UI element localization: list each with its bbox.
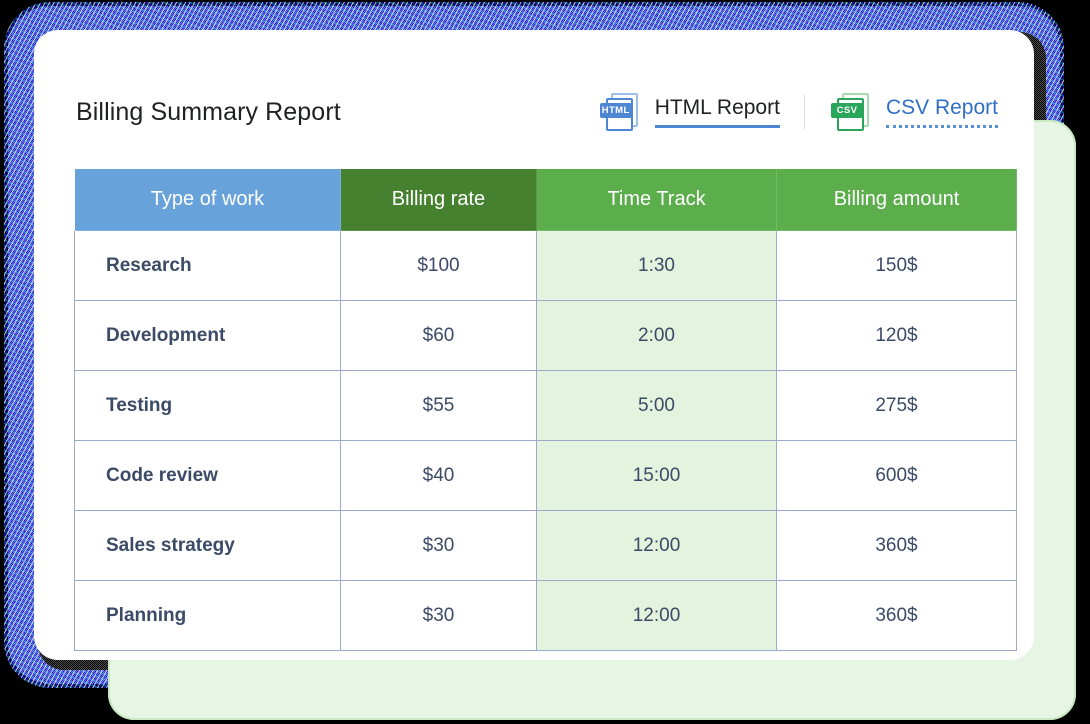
cell-type-of-work: Testing xyxy=(74,370,341,441)
table-row: Code review $40 15:00 600$ xyxy=(74,440,1017,511)
cell-type-of-work: Development xyxy=(74,300,341,371)
cell-billing-rate: $30 xyxy=(340,510,537,581)
html-report-link[interactable]: HTML HTML Report xyxy=(599,91,780,133)
cell-type-of-work: Sales strategy xyxy=(74,510,341,581)
cell-billing-rate: $60 xyxy=(340,300,537,371)
cell-type-of-work: Planning xyxy=(74,580,341,651)
csv-file-icon: CSV xyxy=(830,91,873,133)
html-file-icon: HTML xyxy=(599,91,642,133)
cell-billing-amount: 360$ xyxy=(776,510,1017,581)
csv-icon-badge: CSV xyxy=(830,103,863,118)
cell-billing-rate: $30 xyxy=(340,580,537,651)
cell-billing-amount: 600$ xyxy=(776,440,1017,511)
html-icon-badge: HTML xyxy=(599,103,632,118)
column-header-billing-rate[interactable]: Billing rate xyxy=(340,168,537,231)
cell-billing-rate: $55 xyxy=(340,370,537,441)
csv-report-link-label: CSV Report xyxy=(885,96,998,128)
column-header-type-of-work[interactable]: Type of work xyxy=(74,168,341,231)
cell-time-track: 12:00 xyxy=(536,510,777,581)
column-header-billing-amount[interactable]: Billing amount xyxy=(776,168,1017,231)
cell-time-track: 15:00 xyxy=(536,440,777,511)
table-row: Sales strategy $30 12:00 360$ xyxy=(74,510,1017,581)
cell-type-of-work: Research xyxy=(74,230,341,301)
cell-time-track: 12:00 xyxy=(536,580,777,651)
table-row: Planning $30 12:00 360$ xyxy=(74,580,1017,651)
column-header-time-track[interactable]: Time Track xyxy=(536,168,777,231)
billing-summary-table: Type of work Billing rate Time Track Bil… xyxy=(74,168,1017,651)
cell-billing-rate: $100 xyxy=(340,230,537,301)
cell-billing-rate: $40 xyxy=(340,440,537,511)
cell-type-of-work: Code review xyxy=(74,440,341,511)
cell-time-track: 2:00 xyxy=(536,300,777,371)
cell-billing-amount: 275$ xyxy=(776,370,1017,441)
cell-time-track: 5:00 xyxy=(536,370,777,441)
card-header: Billing Summary Report HTML HTML Report xyxy=(76,82,998,142)
page-title: Billing Summary Report xyxy=(76,97,341,126)
table-header: Type of work Billing rate Time Track Bil… xyxy=(74,168,1017,231)
cell-time-track: 1:30 xyxy=(536,230,777,301)
billing-report-card: Billing Summary Report HTML HTML Report xyxy=(34,30,1034,660)
table-row: Development $60 2:00 120$ xyxy=(74,300,1017,371)
table-body: Research $100 1:30 150$ Development $60 … xyxy=(74,230,1017,651)
screenshot-stage: Billing Summary Report HTML HTML Report xyxy=(0,0,1090,724)
cell-billing-amount: 360$ xyxy=(776,580,1017,651)
report-links-divider xyxy=(803,95,805,129)
report-links: HTML HTML Report CSV CSV Report xyxy=(599,91,998,133)
cell-billing-amount: 150$ xyxy=(776,230,1017,301)
csv-report-link[interactable]: CSV CSV Report xyxy=(830,91,998,133)
table-header-row: Type of work Billing rate Time Track Bil… xyxy=(74,168,1017,231)
table-row: Research $100 1:30 150$ xyxy=(74,230,1017,301)
cell-billing-amount: 120$ xyxy=(776,300,1017,371)
table-row: Testing $55 5:00 275$ xyxy=(74,370,1017,441)
html-report-link-label: HTML Report xyxy=(654,96,780,128)
